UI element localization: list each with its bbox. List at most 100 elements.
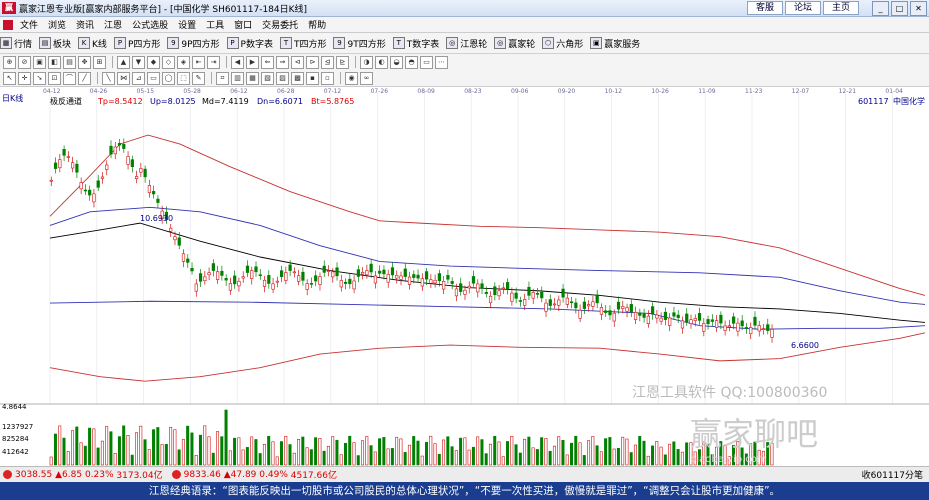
chart-tool-icon-22[interactable]: ∞ [360, 71, 373, 85]
chart-tool-icon-9[interactable]: ▭ [147, 71, 160, 85]
chart-tool-icon-16[interactable]: ▧ [261, 71, 274, 85]
candle-body [109, 145, 113, 155]
draw-tool-icon-4[interactable]: ▤ [63, 55, 76, 69]
draw-tool-icon-1[interactable]: ⊘ [18, 55, 31, 69]
menu-settings[interactable]: 设置 [173, 18, 201, 31]
chart-tool-icon-2[interactable]: ➘ [33, 71, 46, 85]
chart-tool-icon-8[interactable]: ⊿ [132, 71, 145, 85]
menu-help[interactable]: 帮助 [303, 18, 331, 31]
draw-tool-icon-24[interactable]: ◒ [390, 55, 403, 69]
menu-window[interactable]: 窗口 [229, 18, 257, 31]
draw-tool-icon-5[interactable]: ✥ [78, 55, 91, 69]
chart-tool-icon-5[interactable]: ╱ [78, 71, 91, 85]
candle-body [71, 162, 75, 169]
draw-tool-icon-11[interactable]: ◈ [177, 55, 190, 69]
tb-kline[interactable]: K K线 [78, 37, 107, 50]
tb-9p-square[interactable]: 9 9P四方形 [167, 37, 220, 50]
draw-tool-icon-27[interactable]: ⋯ [435, 55, 448, 69]
volume-bar [437, 453, 441, 466]
chart-tool-icon-1[interactable]: ✛ [18, 71, 31, 85]
tb-p-square[interactable]: P P四方形 [113, 37, 160, 50]
watermark-text: 江恩工具软件 QQ:100800360 [632, 385, 827, 401]
chart-tool-icon-3[interactable]: ⊡ [48, 71, 61, 85]
link-home[interactable]: 主页 [822, 1, 859, 15]
draw-tool-icon-8[interactable]: ▼ [132, 55, 145, 69]
chart-tool-icon-4[interactable]: ⌒ [63, 71, 76, 85]
draw-tool-icon-17[interactable]: ⇒ [276, 55, 289, 69]
volume-bar [514, 444, 518, 466]
winner-wheel-icon: ◎ [494, 37, 507, 49]
tb-p-table[interactable]: P P数字表 [226, 37, 273, 50]
volume-bar [356, 455, 360, 466]
candle-body [569, 301, 574, 304]
chart-tool-icon-10[interactable]: ◯ [162, 71, 175, 85]
draw-tool-icon-23[interactable]: ◐ [375, 55, 388, 69]
menu-file[interactable]: 文件 [15, 18, 43, 31]
kline-chart[interactable]: 04-12 04-26 05-15 05-28 06-12 06-28 07-12 07-26… [0, 87, 929, 466]
close-button[interactable]: ✕ [910, 1, 927, 16]
draw-tool-icon-13[interactable]: ⇥ [207, 55, 220, 69]
chart-tool-icon-7[interactable]: ⋈ [117, 71, 130, 85]
tick-detail-label[interactable]: 收601117分笔 [862, 468, 923, 481]
tb-sector[interactable]: ▤ 板块 [39, 37, 71, 50]
minimize-button[interactable]: _ [872, 1, 889, 16]
tb-gann-wheel[interactable]: ◎ 江恩轮 [446, 37, 487, 50]
draw-tool-icon-3[interactable]: ◧ [48, 55, 61, 69]
draw-tool-icon-7[interactable]: ▲ [117, 55, 130, 69]
chart-tool-icon-0[interactable]: ↖ [3, 71, 16, 85]
chart-tool-icon-18[interactable]: ▩ [291, 71, 304, 85]
maximize-button[interactable]: □ [891, 1, 908, 16]
draw-tool-icon-22[interactable]: ◑ [360, 55, 373, 69]
tb-t-square[interactable]: T T四方形 [279, 37, 326, 50]
draw-tool-icon-25[interactable]: ◓ [405, 55, 418, 69]
menu-formula[interactable]: 公式选股 [127, 18, 173, 31]
chart-area[interactable]: 04-12 04-26 05-15 05-28 06-12 06-28 07-12 07-26… [0, 87, 929, 466]
draw-tool-icon-26[interactable]: ▭ [420, 55, 433, 69]
draw-tool-icon-19[interactable]: ⊳ [306, 55, 319, 69]
chart-tool-icon-20[interactable]: ▫ [321, 71, 334, 85]
chart-tool-icon-12[interactable]: ✎ [192, 71, 205, 85]
menu-gann[interactable]: 江恩 [99, 18, 127, 31]
tb-quotes[interactable]: ▦ 行情 [0, 37, 32, 50]
tb-9t-square[interactable]: 9 9T四方形 [333, 37, 386, 50]
tb-t-table[interactable]: T T数字表 [392, 37, 439, 50]
menu-news[interactable]: 资讯 [71, 18, 99, 31]
chart-tool-icon-6[interactable]: ╲ [102, 71, 115, 85]
draw-tool-icon-9[interactable]: ◆ [147, 55, 160, 69]
sh-index[interactable]: 3038.55 ▲6.85 0.23% 3173.04亿 [15, 468, 163, 482]
chart-tool-icon-21[interactable]: ◉ [345, 71, 358, 85]
menu-browse[interactable]: 浏览 [43, 18, 71, 31]
tb-winner-wheel[interactable]: ◎ 赢家轮 [494, 37, 535, 50]
chart-tool-icon-13[interactable]: ⌗ [216, 71, 229, 85]
link-kefu[interactable]: 客服 [746, 1, 783, 15]
sz-index[interactable]: 9833.46 ▲47.89 0.49% 4517.66亿 [184, 468, 337, 482]
draw-tool-icon-6[interactable]: ⊞ [93, 55, 106, 69]
draw-tool-icon-12[interactable]: ⇤ [192, 55, 205, 69]
draw-tool-icon-16[interactable]: ⇐ [261, 55, 274, 69]
indicator-name: 极反通道 [50, 96, 82, 106]
volume-bar [480, 439, 484, 466]
menu-tools[interactable]: 工具 [201, 18, 229, 31]
tb-hexagon[interactable]: ⬡ 六角形 [542, 37, 583, 50]
chart-tool-icon-11[interactable]: ⬚ [177, 71, 190, 85]
draw-tool-icon-10[interactable]: ◇ [162, 55, 175, 69]
tb-service[interactable]: ▣ 赢家服务 [590, 37, 640, 50]
chart-tool-icon-17[interactable]: ▨ [276, 71, 289, 85]
draw-tool-icon-18[interactable]: ⊲ [291, 55, 304, 69]
draw-tool-icon-2[interactable]: ▣ [33, 55, 46, 69]
volume-bar [424, 442, 428, 466]
chart-tool-icon-14[interactable]: ▥ [231, 71, 244, 85]
draw-tool-icon-0[interactable]: ⊕ [3, 55, 16, 69]
draw-tool-icon-14[interactable]: ◀ [231, 55, 244, 69]
chart-tool-icon-15[interactable]: ▦ [246, 71, 259, 85]
chart-tool-icon-19[interactable]: ▪ [306, 71, 319, 85]
link-forum[interactable]: 论坛 [784, 1, 821, 15]
candle-body [169, 227, 173, 232]
draw-tool-icon-20[interactable]: ⊴ [321, 55, 334, 69]
volume-bar [420, 455, 424, 466]
app-menu-icon[interactable] [3, 19, 13, 30]
candle-body [130, 159, 134, 167]
draw-tool-icon-21[interactable]: ⊵ [336, 55, 349, 69]
draw-tool-icon-15[interactable]: ▶ [246, 55, 259, 69]
menu-trade[interactable]: 交易委托 [257, 18, 303, 31]
